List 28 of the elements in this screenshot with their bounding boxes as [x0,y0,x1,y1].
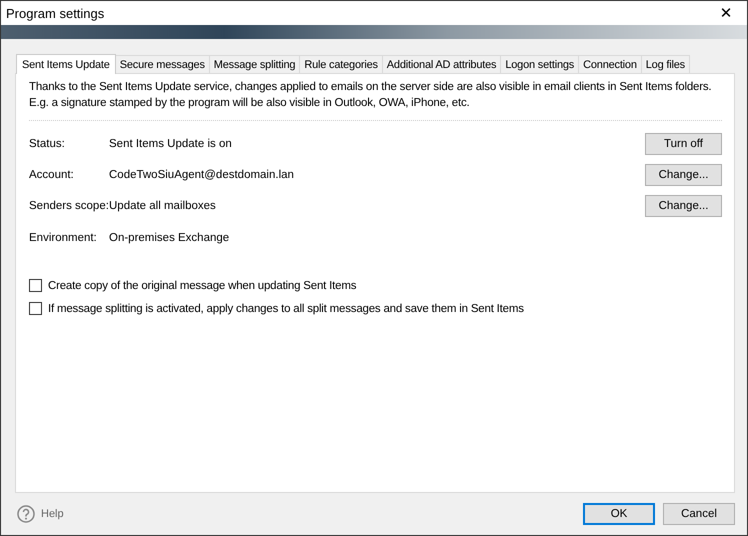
tab[interactable]: Sent Items Update [16,54,116,74]
ok-button[interactable]: OK [583,503,655,525]
checkbox[interactable] [29,302,42,315]
field-value: CodeTwoSiuAgent@destdomain.lan [109,168,295,180]
field-value: On-premises Exchange [109,232,230,244]
field-label: Status: [29,138,66,150]
tab[interactable]: Rule categories [299,55,383,73]
checkbox-label: If message splitting is activated, apply changes to all split messages and save them in Sent Items [48,302,524,314]
checkbox-label: Create copy of the original message when updating Sent Items [48,280,356,292]
checkbox[interactable] [29,279,42,292]
tab[interactable]: Log files [640,55,690,73]
field-value: Sent Items Update is on [109,138,233,150]
close-button[interactable]: ✕ [711,1,741,25]
tab[interactable]: Secure messages [114,55,210,73]
action-button[interactable]: Turn off [645,132,722,154]
field-value: Update all mailboxes [109,200,217,212]
description-text: Thanks to the Sent Items Update service, changes applied to emails on the server side are also visible in email clients in Sent Items folders. E.g. a signature stamped by the program will be also visible in Outlook, OWA, iPhone, etc. [29,80,712,111]
field-label: Account: [29,168,75,180]
action-button[interactable]: Change... [645,194,722,216]
window-title: Program settings [6,6,104,20]
cancel-button[interactable]: Cancel [663,503,735,525]
action-button[interactable]: Change... [645,164,722,186]
tab[interactable]: Logon settings [500,55,580,73]
help-icon[interactable] [17,505,35,523]
help-link[interactable]: Help [41,508,64,520]
field-label: Environment: [29,232,98,244]
field-label: Senders scope: [29,200,109,212]
tab[interactable]: Message splitting [208,55,300,73]
